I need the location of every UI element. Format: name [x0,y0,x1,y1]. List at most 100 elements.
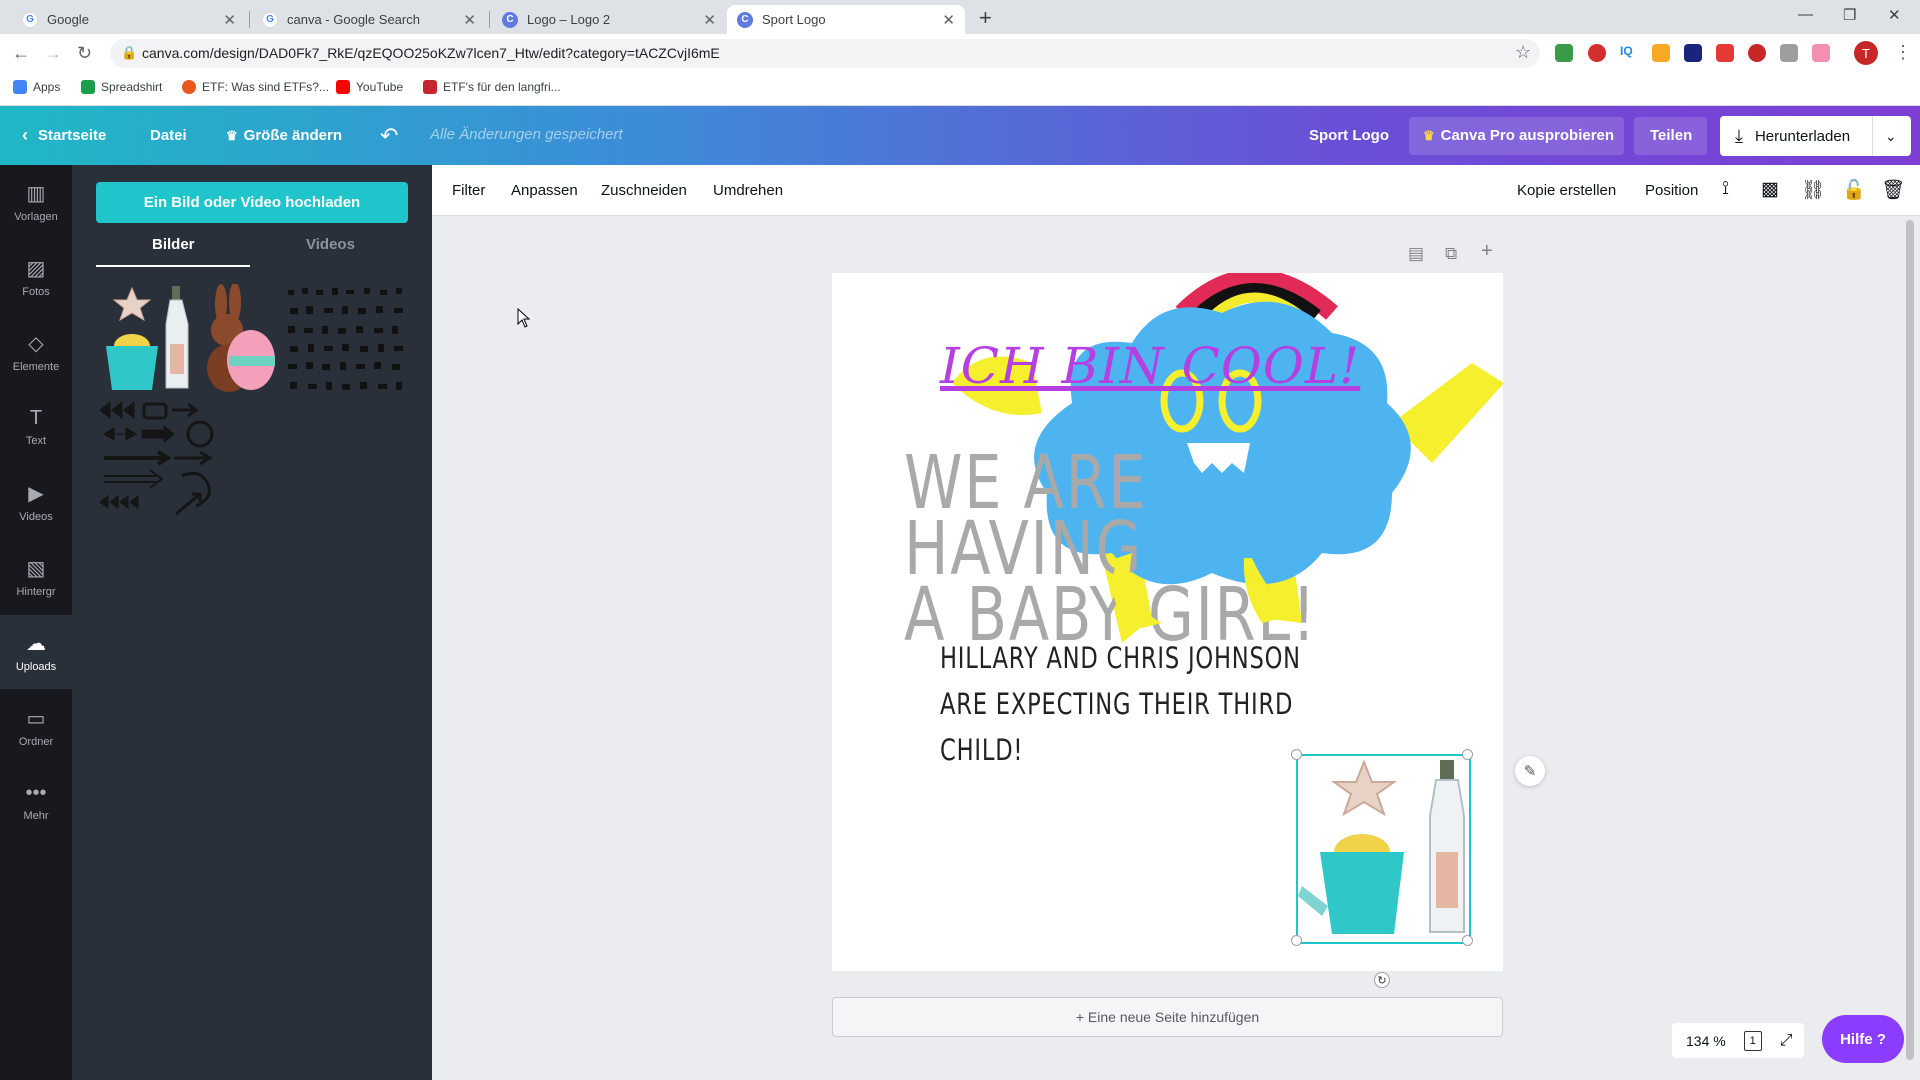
new-tab-icon[interactable]: + [979,5,992,31]
file-menu-button[interactable]: Datei [150,106,187,165]
fullscreen-icon[interactable]: ⤢ [1780,1032,1793,1050]
extension-icon[interactable] [1652,44,1670,62]
restore-icon[interactable]: ❐ [1843,6,1856,24]
duplicate-button[interactable]: Kopie erstellen [1517,182,1616,199]
position-button[interactable]: Position [1645,182,1698,199]
design-title[interactable]: Sport Logo [1309,106,1389,165]
close-icon[interactable]: ✕ [942,11,955,29]
rail-item-background[interactable]: ▧ Hintergr [0,540,72,614]
google-icon: G [262,11,278,28]
chevron-down-icon[interactable]: ⌄ [1885,128,1897,145]
bookmark-item[interactable]: Apps [13,80,60,94]
close-icon[interactable]: ✕ [703,11,716,29]
rail-item-more[interactable]: ••• Mehr [0,765,72,839]
extension-icon[interactable] [1684,44,1702,62]
download-button[interactable]: ⤓ Herunterladen ⌄ [1720,116,1911,156]
more-icon: ••• [25,782,47,804]
reload-icon[interactable]: ↻ [77,43,92,64]
minimize-icon[interactable]: — [1798,6,1813,23]
resize-handle[interactable] [1291,935,1302,946]
rail-item-elements[interactable]: ◇ Elemente [0,315,72,389]
flip-button[interactable]: Umdrehen [713,182,783,199]
extension-icon[interactable] [1588,44,1606,62]
extension-icon[interactable] [1780,44,1798,62]
browser-tab-active[interactable]: C Sport Logo ✕ [727,5,965,34]
resize-label: Größe ändern [243,127,343,144]
bookmark-item[interactable]: ETF: Was sind ETFs?... [182,80,329,94]
extension-icon[interactable] [1812,44,1830,62]
apps-grid-icon [13,80,27,94]
tab-images[interactable]: Bilder [152,236,195,253]
download-label: Herunterladen [1754,127,1851,145]
window-close-icon[interactable]: ✕ [1888,6,1901,24]
extension-icon[interactable] [1555,44,1573,62]
body-text-line[interactable]: CHILD! [940,733,1023,767]
vertical-scrollbar[interactable] [1906,220,1914,1060]
browser-tab[interactable]: G Google ✕ [12,5,246,34]
rail-item-text[interactable]: T Text [0,390,72,464]
trash-icon[interactable]: 🗑 [1881,178,1905,202]
try-pro-button[interactable]: ♛ Canva Pro ausprobieren [1423,106,1614,165]
rail-item-folders[interactable]: ▭ Ordner [0,690,72,764]
lock-icon[interactable]: 🔓 [1842,178,1866,202]
back-icon[interactable]: ← [12,43,30,64]
resize-handle[interactable] [1462,935,1473,946]
link-icon[interactable]: ⛓ [1801,178,1825,202]
filter-button[interactable]: Filter [452,182,485,199]
adblock-icon[interactable] [1748,44,1766,62]
share-button[interactable]: Teilen [1650,106,1692,165]
rotate-handle-icon[interactable]: ↻ [1374,972,1390,988]
adjust-button[interactable]: Anpassen [511,182,578,199]
close-icon[interactable]: ✕ [223,11,236,29]
upload-thumbnail-silhouettes[interactable] [284,286,412,394]
bookmark-item[interactable]: ETF's für den langfri... [423,80,561,94]
etf-icon [423,80,437,94]
profile-avatar[interactable]: T [1854,41,1878,65]
help-button[interactable]: Hilfe ? [1822,1015,1904,1063]
browser-tab[interactable]: C Logo – Logo 2 ✕ [492,5,726,34]
duplicate-page-icon[interactable]: ⧉ [1445,244,1457,264]
browser-tab[interactable]: G canva - Google Search ✕ [252,5,486,34]
text-icon: T [29,407,43,429]
rail-item-uploads[interactable]: ☁ Uploads [0,615,72,689]
page-number: 1 [1749,1034,1756,1047]
zoom-value: 134 % [1686,1032,1726,1049]
tab-videos[interactable]: Videos [306,236,355,253]
add-page-icon[interactable]: + [1481,240,1493,263]
rail-label: Mehr [23,810,49,822]
crop-button[interactable]: Zuschneiden [601,182,687,199]
undo-icon[interactable]: ↶ [380,106,398,165]
paint-roller-icon[interactable]: ⟟ [1722,178,1729,200]
selected-image[interactable] [1291,749,1473,946]
comment-icon[interactable]: ✎ [1515,756,1545,786]
home-button[interactable]: ‹ Startseite [22,106,106,165]
bookmark-item[interactable]: Spreadshirt [81,80,162,94]
upload-media-button[interactable]: Ein Bild oder Video hochladen [96,182,408,223]
extension-icon[interactable] [1716,44,1734,62]
resize-handle[interactable] [1291,749,1302,760]
add-page-button[interactable]: + Eine neue Seite hinzufügen [832,997,1503,1037]
home-label: Startseite [38,127,107,144]
transparency-icon[interactable]: ▩ [1761,178,1779,201]
body-text-line[interactable]: HILLARY AND CHRIS JOHNSON [940,641,1301,675]
extension-icon[interactable]: IQ [1620,44,1638,62]
bookmark-label: YouTube [356,80,404,94]
resize-button[interactable]: ♛ Größe ändern [226,106,342,165]
resize-handle[interactable] [1462,749,1473,760]
bookmark-item[interactable]: YouTube [336,80,403,94]
upload-thumbnail-easter-bunny[interactable] [199,282,279,394]
page-count-icon[interactable]: 1 [1743,1030,1762,1051]
zoom-control[interactable]: 134 % 1 ⤢ [1672,1023,1804,1058]
rail-item-templates[interactable]: ▥ Vorlagen [0,165,72,239]
bookmark-star-icon[interactable]: ☆ [1515,42,1531,63]
upload-thumbnail-arrows[interactable] [96,398,220,522]
chrome-menu-icon[interactable]: ⋮ [1894,42,1912,63]
page-notes-icon[interactable]: ▤ [1408,244,1424,264]
rail-item-videos[interactable]: ▶ Videos [0,465,72,539]
shapes-icon: ◇ [28,333,44,355]
close-icon[interactable]: ✕ [463,11,476,29]
body-text-line[interactable]: ARE EXPECTING THEIR THIRD [940,687,1293,721]
rail-item-photos[interactable]: ▨ Fotos [0,240,72,314]
upload-thumbnail-beach[interactable] [96,284,195,394]
forward-icon[interactable]: → [44,43,62,64]
